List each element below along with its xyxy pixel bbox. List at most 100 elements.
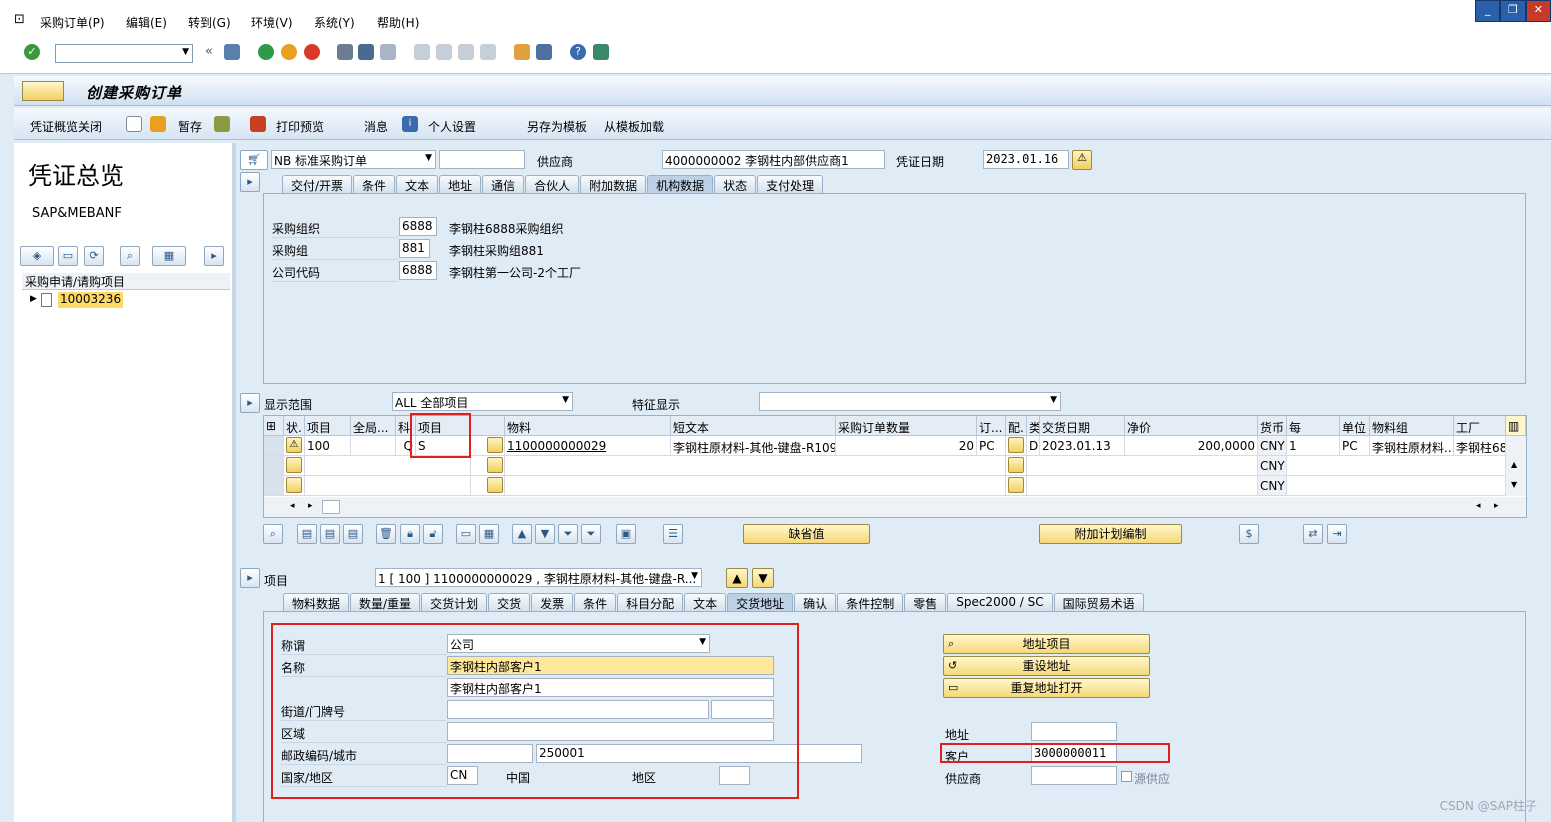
new-document-icon[interactable] bbox=[126, 116, 142, 132]
col-icon[interactable] bbox=[471, 416, 505, 436]
scope-select[interactable]: ALL 全部项目 ▼ bbox=[392, 392, 573, 411]
menu-system[interactable]: 系统(Y) bbox=[314, 14, 355, 31]
col-qty[interactable]: 采购订单数量 bbox=[836, 416, 977, 436]
more-icon[interactable]: ▸ bbox=[204, 246, 224, 266]
tab-item-conditions[interactable]: 条件 bbox=[574, 593, 617, 611]
help-icon[interactable]: ? bbox=[570, 44, 586, 60]
row-selector[interactable] bbox=[264, 436, 284, 456]
col-per[interactable]: 每 bbox=[1287, 416, 1340, 436]
purch-org-field[interactable]: 6888 bbox=[399, 217, 437, 236]
scroll-right-icon[interactable]: ▸ bbox=[1494, 501, 1499, 511]
default-values-button[interactable]: 缺省值 bbox=[743, 524, 870, 544]
col-net-price[interactable]: 净价 bbox=[1125, 416, 1258, 436]
config-icon[interactable] bbox=[1008, 477, 1024, 493]
cat-cell[interactable]: D bbox=[1027, 436, 1040, 456]
tab-account-assignment[interactable]: 科目分配 bbox=[617, 593, 684, 611]
scroll-thumb[interactable] bbox=[322, 500, 340, 514]
short-text-cell[interactable]: 李钢柱原材料-其他-键盘-R109 bbox=[671, 436, 836, 456]
cart-icon[interactable]: 🛒︎ bbox=[240, 150, 268, 170]
minimize-button[interactable]: _ bbox=[1475, 0, 1501, 22]
currency-cell[interactable]: CNY bbox=[1258, 456, 1287, 476]
unlock-icon[interactable]: 🔓︎ bbox=[423, 524, 443, 544]
enter-icon[interactable]: ✓ bbox=[24, 44, 40, 60]
item-down-button[interactable]: ▼ bbox=[752, 568, 774, 588]
tab-delivery-schedule[interactable]: 交货计划 bbox=[421, 593, 488, 611]
menu-environment[interactable]: 环境(V) bbox=[251, 14, 293, 31]
empty-cell[interactable] bbox=[1027, 476, 1258, 496]
new-session-icon[interactable] bbox=[514, 44, 530, 60]
add-rows-icon[interactable]: ▤ bbox=[320, 524, 340, 544]
menu-goto[interactable]: 转到(G) bbox=[188, 14, 231, 31]
horizontal-scrollbar[interactable]: ◂ ▸ ◂ ▸ bbox=[264, 497, 1526, 517]
config-icon[interactable] bbox=[1008, 457, 1024, 473]
address-items-button[interactable]: ⌕ 地址项目 bbox=[943, 634, 1150, 654]
reset-address-button[interactable]: ↺ 重设地址 bbox=[943, 656, 1150, 676]
transfer-icon[interactable]: ⇄ bbox=[1303, 524, 1323, 544]
empty-cell[interactable] bbox=[1287, 476, 1506, 496]
find-icon-left[interactable]: ⌕ bbox=[120, 246, 140, 266]
grid-icon[interactable]: ▦ bbox=[479, 524, 499, 544]
material-help-icon[interactable] bbox=[487, 477, 503, 493]
unit-cell[interactable]: PC bbox=[1340, 436, 1370, 456]
col-order-unit[interactable]: 订... bbox=[977, 416, 1006, 436]
tab-address[interactable]: 地址 bbox=[439, 175, 482, 193]
item-cell[interactable]: 100 bbox=[305, 436, 351, 456]
sort-asc-icon[interactable]: ▲ bbox=[512, 524, 532, 544]
layout-select-icon[interactable]: ▦ bbox=[152, 246, 186, 266]
delete-icon[interactable]: 🗑︎ bbox=[376, 524, 396, 544]
messages-button[interactable]: 消息 bbox=[364, 118, 388, 135]
exit-icon[interactable] bbox=[281, 44, 297, 60]
scroll-right-icon[interactable]: ▸ bbox=[308, 501, 313, 511]
restore-button[interactable]: ❐ bbox=[1500, 0, 1526, 22]
info-icon[interactable]: i bbox=[402, 116, 418, 132]
scroll-left-icon[interactable]: ◂ bbox=[290, 501, 295, 511]
vertical-scrollbar[interactable]: ▲ ▼ bbox=[1506, 436, 1526, 496]
last-page-icon[interactable] bbox=[480, 44, 496, 60]
empty-cell[interactable] bbox=[1287, 456, 1506, 476]
tab-invoice[interactable]: 发票 bbox=[531, 593, 574, 611]
print-preview-button[interactable]: 打印预览 bbox=[276, 118, 324, 135]
col-item[interactable]: 项目 bbox=[305, 416, 351, 436]
source-vendor-checkbox[interactable] bbox=[1121, 771, 1132, 782]
reopen-address-button[interactable]: ▭ 重复地址打开 bbox=[943, 678, 1150, 698]
net-price-cell[interactable]: 200,0000 bbox=[1125, 436, 1258, 456]
close-button[interactable]: ✕ bbox=[1525, 0, 1551, 22]
lock-icon[interactable]: 🔒︎ bbox=[400, 524, 420, 544]
col-plant[interactable]: 工厂 bbox=[1454, 416, 1506, 436]
filter-clear-icon[interactable]: ⏷ bbox=[581, 524, 601, 544]
col-short-text[interactable]: 短文本 bbox=[671, 416, 836, 436]
per-cell[interactable]: 1 bbox=[1287, 436, 1340, 456]
config-icon[interactable] bbox=[1008, 437, 1024, 453]
overview-close-button[interactable]: 凭证概览关闭 bbox=[30, 118, 102, 135]
scroll-left-icon[interactable]: ◂ bbox=[1476, 501, 1481, 511]
table-settings-icon[interactable]: ⊞ bbox=[264, 416, 284, 436]
tree-expand-icon[interactable]: ▶ bbox=[30, 294, 37, 304]
check-icon[interactable] bbox=[214, 116, 230, 132]
address-number-field[interactable] bbox=[1031, 722, 1117, 741]
cancel-icon[interactable] bbox=[304, 44, 320, 60]
back-icon[interactable] bbox=[258, 44, 274, 60]
row-selector[interactable] bbox=[264, 476, 284, 496]
doc-date-field[interactable]: 2023.01.16 bbox=[983, 150, 1069, 169]
plant-cell[interactable]: 李钢柱68 bbox=[1454, 436, 1506, 456]
scroll-down-icon[interactable]: ▼ bbox=[1511, 480, 1517, 489]
qty-cell[interactable]: 20 bbox=[836, 436, 977, 456]
find-next-icon[interactable] bbox=[380, 44, 396, 60]
tab-retail[interactable]: 零售 bbox=[904, 593, 947, 611]
status-icon[interactable] bbox=[286, 457, 302, 473]
tab-condition-control[interactable]: 条件控制 bbox=[837, 593, 904, 611]
col-unit[interactable]: 单位 bbox=[1340, 416, 1370, 436]
col-mat-group[interactable]: 物料组 bbox=[1370, 416, 1454, 436]
warning-icon[interactable]: ⚠︎ bbox=[286, 437, 302, 453]
tab-delivery-invoice[interactable]: 交付/开票 bbox=[282, 175, 353, 193]
vendor-field[interactable]: 4000000002 李钢柱内部供应商1 bbox=[662, 150, 885, 169]
company-code-field[interactable]: 6888 bbox=[399, 261, 437, 280]
command-field[interactable]: ▼ bbox=[55, 44, 193, 63]
feature-select[interactable]: ▼ bbox=[759, 392, 1061, 411]
col-config[interactable]: 配. bbox=[1006, 416, 1027, 436]
row-selector[interactable] bbox=[264, 456, 284, 476]
expand-icon[interactable]: ◈ bbox=[20, 246, 54, 266]
personal-settings-button[interactable]: 个人设置 bbox=[428, 118, 476, 135]
tab-partners[interactable]: 合伙人 bbox=[525, 175, 580, 193]
copy-items-icon[interactable]: ▭ bbox=[456, 524, 476, 544]
